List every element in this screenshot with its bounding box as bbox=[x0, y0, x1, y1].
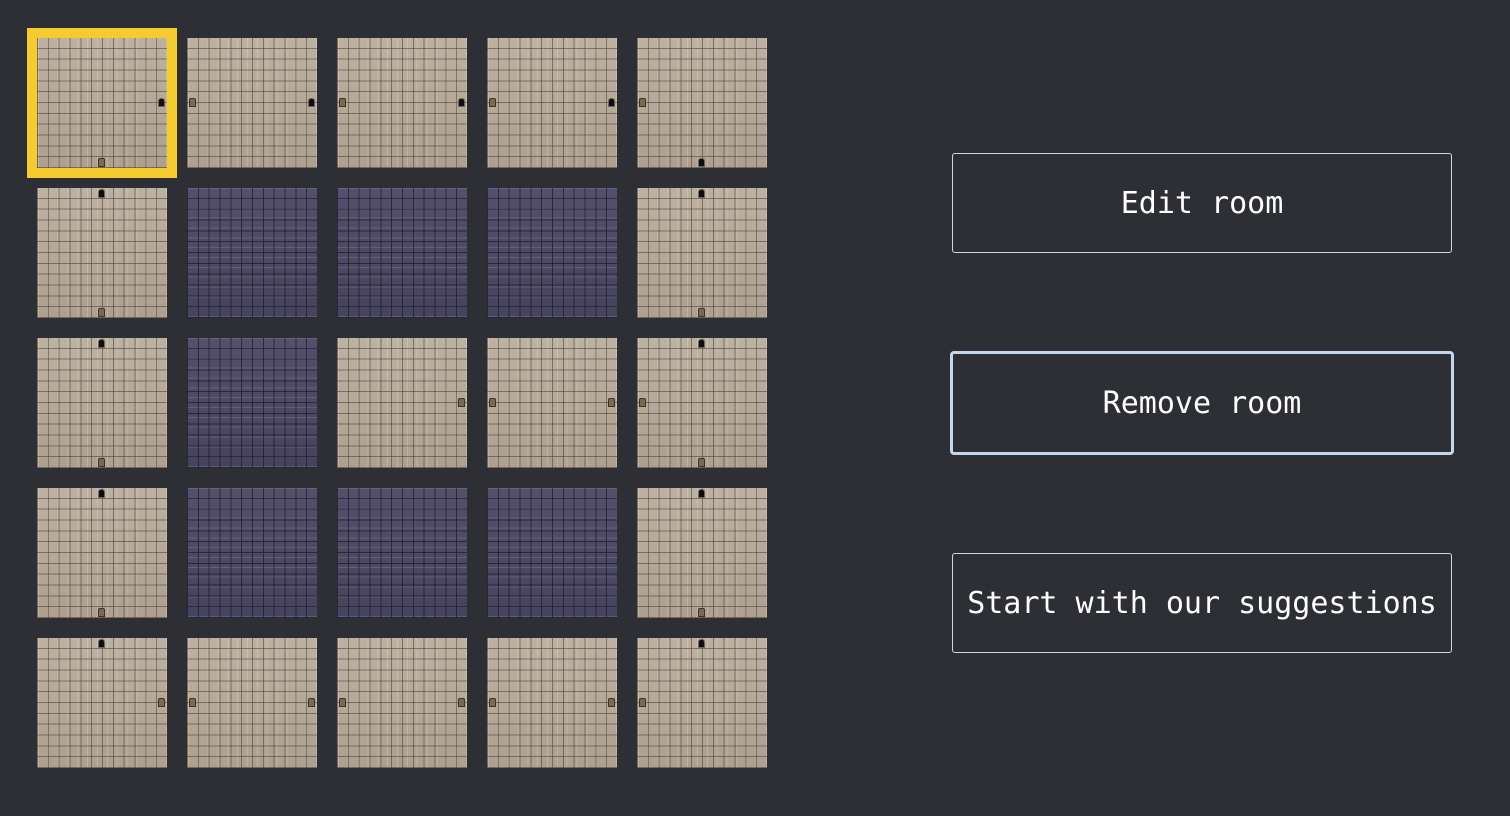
room-tile-0-2[interactable] bbox=[337, 38, 467, 168]
door-bottom-icon bbox=[98, 458, 105, 467]
door-bottom-icon bbox=[98, 158, 105, 167]
door-right-icon bbox=[308, 698, 315, 707]
room-tile-2-4[interactable] bbox=[637, 338, 767, 468]
suggestions-button[interactable]: Start with our suggestions bbox=[952, 553, 1452, 653]
room-tile-0-0[interactable] bbox=[27, 28, 177, 178]
door-right-icon bbox=[608, 698, 615, 707]
room-tile-2-1[interactable] bbox=[187, 338, 317, 468]
room-tile-4-2[interactable] bbox=[337, 638, 467, 768]
door-right-icon bbox=[458, 698, 465, 707]
room-tile-4-3[interactable] bbox=[487, 638, 617, 768]
door-right-icon bbox=[308, 98, 315, 107]
door-bottom-icon bbox=[698, 458, 705, 467]
room-tile-4-4[interactable] bbox=[637, 638, 767, 768]
door-right-icon bbox=[608, 398, 615, 407]
room-tile-3-2[interactable] bbox=[337, 488, 467, 618]
room-tile-1-0[interactable] bbox=[37, 188, 167, 318]
room-tile-0-3[interactable] bbox=[487, 38, 617, 168]
room-tile-3-1[interactable] bbox=[187, 488, 317, 618]
door-right-icon bbox=[608, 98, 615, 107]
door-top-icon bbox=[98, 489, 105, 498]
door-top-icon bbox=[98, 639, 105, 648]
door-bottom-icon bbox=[98, 608, 105, 617]
door-top-icon bbox=[698, 339, 705, 348]
remove-room-label: Remove room bbox=[1102, 385, 1302, 421]
room-grid bbox=[27, 28, 767, 768]
door-top-icon bbox=[698, 489, 705, 498]
room-tile-1-1[interactable] bbox=[187, 188, 317, 318]
door-left-icon bbox=[639, 698, 646, 707]
door-left-icon bbox=[189, 698, 196, 707]
door-left-icon bbox=[189, 98, 196, 107]
door-left-icon bbox=[489, 698, 496, 707]
door-right-icon bbox=[458, 398, 465, 407]
suggestions-label: Start with our suggestions bbox=[967, 585, 1437, 621]
door-left-icon bbox=[339, 698, 346, 707]
door-top-icon bbox=[98, 339, 105, 348]
door-left-icon bbox=[639, 98, 646, 107]
door-bottom-icon bbox=[698, 158, 705, 167]
room-tile-1-2[interactable] bbox=[337, 188, 467, 318]
door-bottom-icon bbox=[698, 308, 705, 317]
door-right-icon bbox=[158, 98, 165, 107]
room-tile-3-0[interactable] bbox=[37, 488, 167, 618]
door-top-icon bbox=[98, 189, 105, 198]
edit-room-button[interactable]: Edit room bbox=[952, 153, 1452, 253]
door-right-icon bbox=[458, 98, 465, 107]
room-tile-1-3[interactable] bbox=[487, 188, 617, 318]
door-left-icon bbox=[489, 398, 496, 407]
door-top-icon bbox=[698, 189, 705, 198]
level-editor: Edit room Remove room Start with our sug… bbox=[0, 0, 1510, 816]
door-left-icon bbox=[489, 98, 496, 107]
door-left-icon bbox=[639, 398, 646, 407]
room-tile-2-0[interactable] bbox=[37, 338, 167, 468]
door-right-icon bbox=[158, 698, 165, 707]
door-left-icon bbox=[339, 98, 346, 107]
room-tile-4-1[interactable] bbox=[187, 638, 317, 768]
edit-room-label: Edit room bbox=[1120, 185, 1284, 221]
room-tile-3-4[interactable] bbox=[637, 488, 767, 618]
door-top-icon bbox=[698, 639, 705, 648]
remove-room-button[interactable]: Remove room bbox=[950, 351, 1454, 455]
room-tile-2-3[interactable] bbox=[487, 338, 617, 468]
room-tile-1-4[interactable] bbox=[637, 188, 767, 318]
room-tile-2-2[interactable] bbox=[337, 338, 467, 468]
room-tile-3-3[interactable] bbox=[487, 488, 617, 618]
door-bottom-icon bbox=[98, 308, 105, 317]
room-tile-0-4[interactable] bbox=[637, 38, 767, 168]
room-tile-4-0[interactable] bbox=[37, 638, 167, 768]
door-bottom-icon bbox=[698, 608, 705, 617]
room-tile-0-1[interactable] bbox=[187, 38, 317, 168]
